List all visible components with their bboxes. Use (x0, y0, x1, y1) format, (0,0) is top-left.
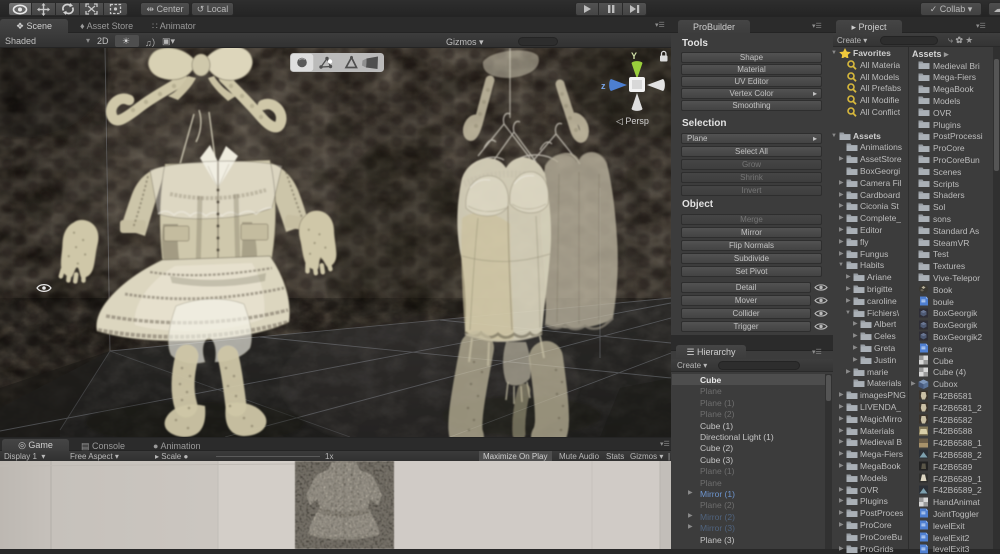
svg-text:◁ Persp: ◁ Persp (616, 116, 649, 126)
svg-text:z: z (601, 81, 606, 91)
svg-text:Y: Y (631, 51, 637, 61)
